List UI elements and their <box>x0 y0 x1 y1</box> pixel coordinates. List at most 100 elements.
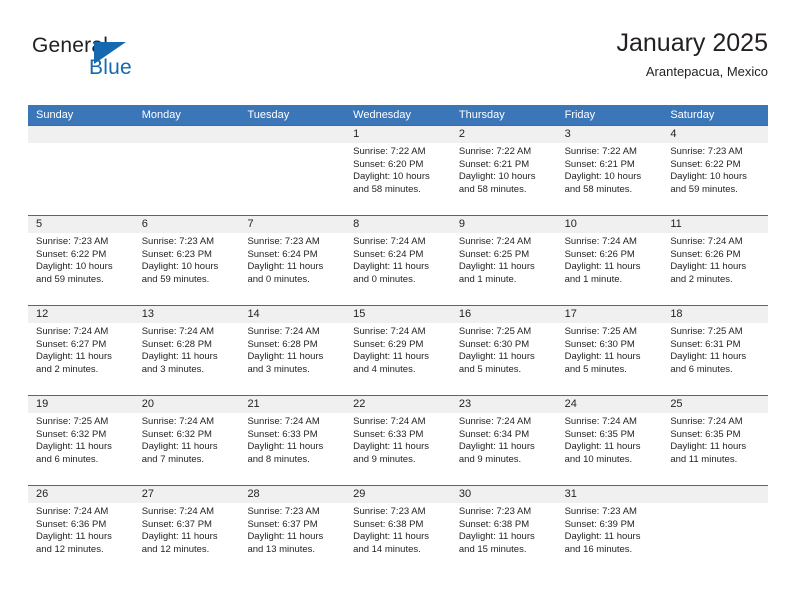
day-details: Sunrise: 7:24 AM Sunset: 6:32 PM Daylight:… <box>134 413 240 466</box>
sunset-text: Sunset: 6:20 PM <box>353 158 424 170</box>
day-cell[interactable]: 26 Sunrise: 7:24 AM Sunset: 6:36 PM Dayligh… <box>28 485 134 575</box>
day-cell[interactable]: 31 Sunrise: 7:23 AM Sunset: 6:39 PM Dayligh… <box>556 485 663 575</box>
daylight-text-line1: Daylight: 11 hours <box>353 441 430 453</box>
day-cell[interactable]: 3 Sunrise: 7:22 AM Sunset: 6:21 PM Daylight… <box>556 125 663 215</box>
day-number: 31 <box>556 486 663 503</box>
day-details: Sunrise: 7:24 AM Sunset: 6:29 PM Daylight:… <box>345 323 451 376</box>
day-cell[interactable]: 30 Sunrise: 7:23 AM Sunset: 6:38 PM Dayligh… <box>450 485 557 575</box>
daylight-text-line2: and 58 minutes. <box>353 183 421 195</box>
sunset-text: Sunset: 6:24 PM <box>247 248 318 260</box>
day-cell[interactable]: 19 Sunrise: 7:25 AM Sunset: 6:32 PM Dayligh… <box>28 395 134 485</box>
day-number: 25 <box>662 396 769 413</box>
day-number: 29 <box>345 486 451 503</box>
day-cell[interactable]: 23 Sunrise: 7:24 AM Sunset: 6:34 PM Dayligh… <box>450 395 557 485</box>
daylight-text-line1: Daylight: 11 hours <box>141 531 218 543</box>
day-number: 27 <box>133 486 240 503</box>
day-number: 15 <box>345 306 451 323</box>
day-details: Sunrise: 7:25 AM Sunset: 6:32 PM Daylight:… <box>28 413 134 466</box>
day-cell[interactable]: 8 Sunrise: 7:24 AM Sunset: 6:24 PM Daylight… <box>345 215 451 305</box>
sunset-text: Sunset: 6:33 PM <box>353 428 424 440</box>
day-cell[interactable]: 1 Sunrise: 7:22 AM Sunset: 6:20 PM Daylight… <box>345 125 451 215</box>
daylight-text-line2: and 59 minutes. <box>670 183 738 195</box>
day-cell[interactable]: 21 Sunrise: 7:24 AM Sunset: 6:33 PM Dayligh… <box>239 395 346 485</box>
daylight-text-line2: and 59 minutes. <box>36 273 104 285</box>
day-cell[interactable]: 5 Sunrise: 7:23 AM Sunset: 6:22 PM Daylight… <box>28 215 134 305</box>
day-number: 21 <box>239 396 346 413</box>
daylight-text-line1: Daylight: 11 hours <box>141 351 218 363</box>
day-cell[interactable]: 4 Sunrise: 7:23 AM Sunset: 6:22 PM Daylight… <box>662 125 769 215</box>
day-cell[interactable]: 27 Sunrise: 7:24 AM Sunset: 6:37 PM Dayligh… <box>133 485 240 575</box>
day-cell[interactable]: 16 Sunrise: 7:25 AM Sunset: 6:30 PM Dayligh… <box>450 305 557 395</box>
daylight-text-line1: Daylight: 10 hours <box>36 261 113 273</box>
day-cell[interactable]: 29 Sunrise: 7:23 AM Sunset: 6:38 PM Dayligh… <box>345 485 451 575</box>
day-cell[interactable]: 6 Sunrise: 7:23 AM Sunset: 6:23 PM Daylight… <box>133 215 240 305</box>
day-number: 22 <box>345 396 451 413</box>
sunset-text: Sunset: 6:28 PM <box>247 338 318 350</box>
day-cell[interactable]: 24 Sunrise: 7:24 AM Sunset: 6:35 PM Dayligh… <box>556 395 663 485</box>
day-cell[interactable]: 9 Sunrise: 7:24 AM Sunset: 6:25 PM Daylight… <box>450 215 557 305</box>
day-cell[interactable]: 28 Sunrise: 7:23 AM Sunset: 6:37 PM Dayligh… <box>239 485 346 575</box>
day-cell[interactable]: 25 Sunrise: 7:24 AM Sunset: 6:35 PM Dayligh… <box>662 395 769 485</box>
day-cell[interactable]: 14 Sunrise: 7:24 AM Sunset: 6:28 PM Dayligh… <box>239 305 346 395</box>
page-header: General Blue January 2025 Arantepacua, M… <box>28 28 768 98</box>
day-details: Sunrise: 7:24 AM Sunset: 6:35 PM Daylight:… <box>557 413 663 466</box>
day-number: 28 <box>239 486 346 503</box>
sunrise-text: Sunrise: 7:23 AM <box>247 506 320 517</box>
daylight-text-line2: and 9 minutes. <box>458 453 522 465</box>
sunset-text: Sunset: 6:37 PM <box>247 518 318 530</box>
day-cell[interactable]: 7 Sunrise: 7:23 AM Sunset: 6:24 PM Daylight… <box>239 215 346 305</box>
sunrise-text: Sunrise: 7:25 AM <box>458 326 532 337</box>
logo-text-blue: Blue <box>89 56 132 79</box>
day-cell[interactable]: 2 Sunrise: 7:22 AM Sunset: 6:21 PM Daylight… <box>450 125 557 215</box>
day-number: 2 <box>450 126 557 143</box>
day-number: 7 <box>239 216 346 233</box>
sunrise-text: Sunrise: 7:22 AM <box>458 146 532 157</box>
day-cell[interactable]: 18 Sunrise: 7:25 AM Sunset: 6:31 PM Dayligh… <box>662 305 769 395</box>
day-details: Sunrise: 7:25 AM Sunset: 6:30 PM Daylight:… <box>557 323 663 376</box>
daylight-text-line1: Daylight: 11 hours <box>353 531 430 543</box>
daylight-text-line1: Daylight: 11 hours <box>36 531 112 543</box>
day-number <box>133 126 240 143</box>
day-cell[interactable]: 11 Sunrise: 7:24 AM Sunset: 6:26 PM Dayligh… <box>662 215 769 305</box>
daylight-text-line2: and 0 minutes. <box>353 273 416 285</box>
day-cell[interactable]: 10 Sunrise: 7:24 AM Sunset: 6:26 PM Dayligh… <box>556 215 663 305</box>
sunset-text: Sunset: 6:33 PM <box>247 428 318 440</box>
daylight-text-line2: and 12 minutes. <box>36 543 104 555</box>
daylight-text-line2: and 1 minute. <box>564 273 623 285</box>
sunset-text: Sunset: 6:30 PM <box>564 338 635 350</box>
day-details: Sunrise: 7:23 AM Sunset: 6:22 PM Daylight:… <box>662 143 768 196</box>
sunrise-text: Sunrise: 7:23 AM <box>564 506 637 517</box>
sunrise-text: Sunrise: 7:24 AM <box>458 416 532 427</box>
week-row: 19 Sunrise: 7:25 AM Sunset: 6:32 PM Dayligh… <box>28 395 769 485</box>
title-block: January 2025 Arantepacua, Mexico <box>616 28 768 82</box>
daylight-text-line1: Daylight: 10 hours <box>458 171 536 183</box>
daylight-text-line1: Daylight: 11 hours <box>564 351 641 363</box>
sunrise-text: Sunrise: 7:24 AM <box>141 326 215 337</box>
weekday-header-sunday: Sunday <box>36 109 74 121</box>
daylight-text-line2: and 9 minutes. <box>353 453 416 465</box>
day-cell[interactable]: 15 Sunrise: 7:24 AM Sunset: 6:29 PM Dayligh… <box>345 305 451 395</box>
day-cell[interactable]: 17 Sunrise: 7:25 AM Sunset: 6:30 PM Dayligh… <box>556 305 663 395</box>
day-details: Sunrise: 7:23 AM Sunset: 6:24 PM Daylight:… <box>239 233 345 286</box>
sunset-text: Sunset: 6:34 PM <box>458 428 530 440</box>
day-cell[interactable]: 12 Sunrise: 7:24 AM Sunset: 6:27 PM Dayligh… <box>28 305 134 395</box>
daylight-text-line2: and 2 minutes. <box>36 363 99 375</box>
day-cell[interactable]: 22 Sunrise: 7:24 AM Sunset: 6:33 PM Dayligh… <box>345 395 451 485</box>
day-number: 13 <box>133 306 240 323</box>
generalblue-logo[interactable]: General Blue <box>28 34 238 90</box>
day-number: 6 <box>133 216 240 233</box>
sunrise-text: Sunrise: 7:24 AM <box>353 326 426 337</box>
day-number: 20 <box>133 396 240 413</box>
sunset-text: Sunset: 6:26 PM <box>670 248 741 260</box>
sunset-text: Sunset: 6:30 PM <box>458 338 530 350</box>
sunset-text: Sunset: 6:26 PM <box>564 248 635 260</box>
weekday-header-tuesday: Tuesday <box>247 109 290 121</box>
sunset-text: Sunset: 6:25 PM <box>458 248 530 260</box>
day-cell[interactable]: 20 Sunrise: 7:24 AM Sunset: 6:32 PM Dayligh… <box>133 395 240 485</box>
day-details: Sunrise: 7:24 AM Sunset: 6:27 PM Daylight:… <box>28 323 134 376</box>
daylight-text-line2: and 58 minutes. <box>458 183 527 195</box>
day-details: Sunrise: 7:22 AM Sunset: 6:21 PM Daylight:… <box>557 143 663 196</box>
day-number: 9 <box>450 216 557 233</box>
sunrise-text: Sunrise: 7:24 AM <box>247 326 320 337</box>
day-cell[interactable]: 13 Sunrise: 7:24 AM Sunset: 6:28 PM Dayligh… <box>133 305 240 395</box>
